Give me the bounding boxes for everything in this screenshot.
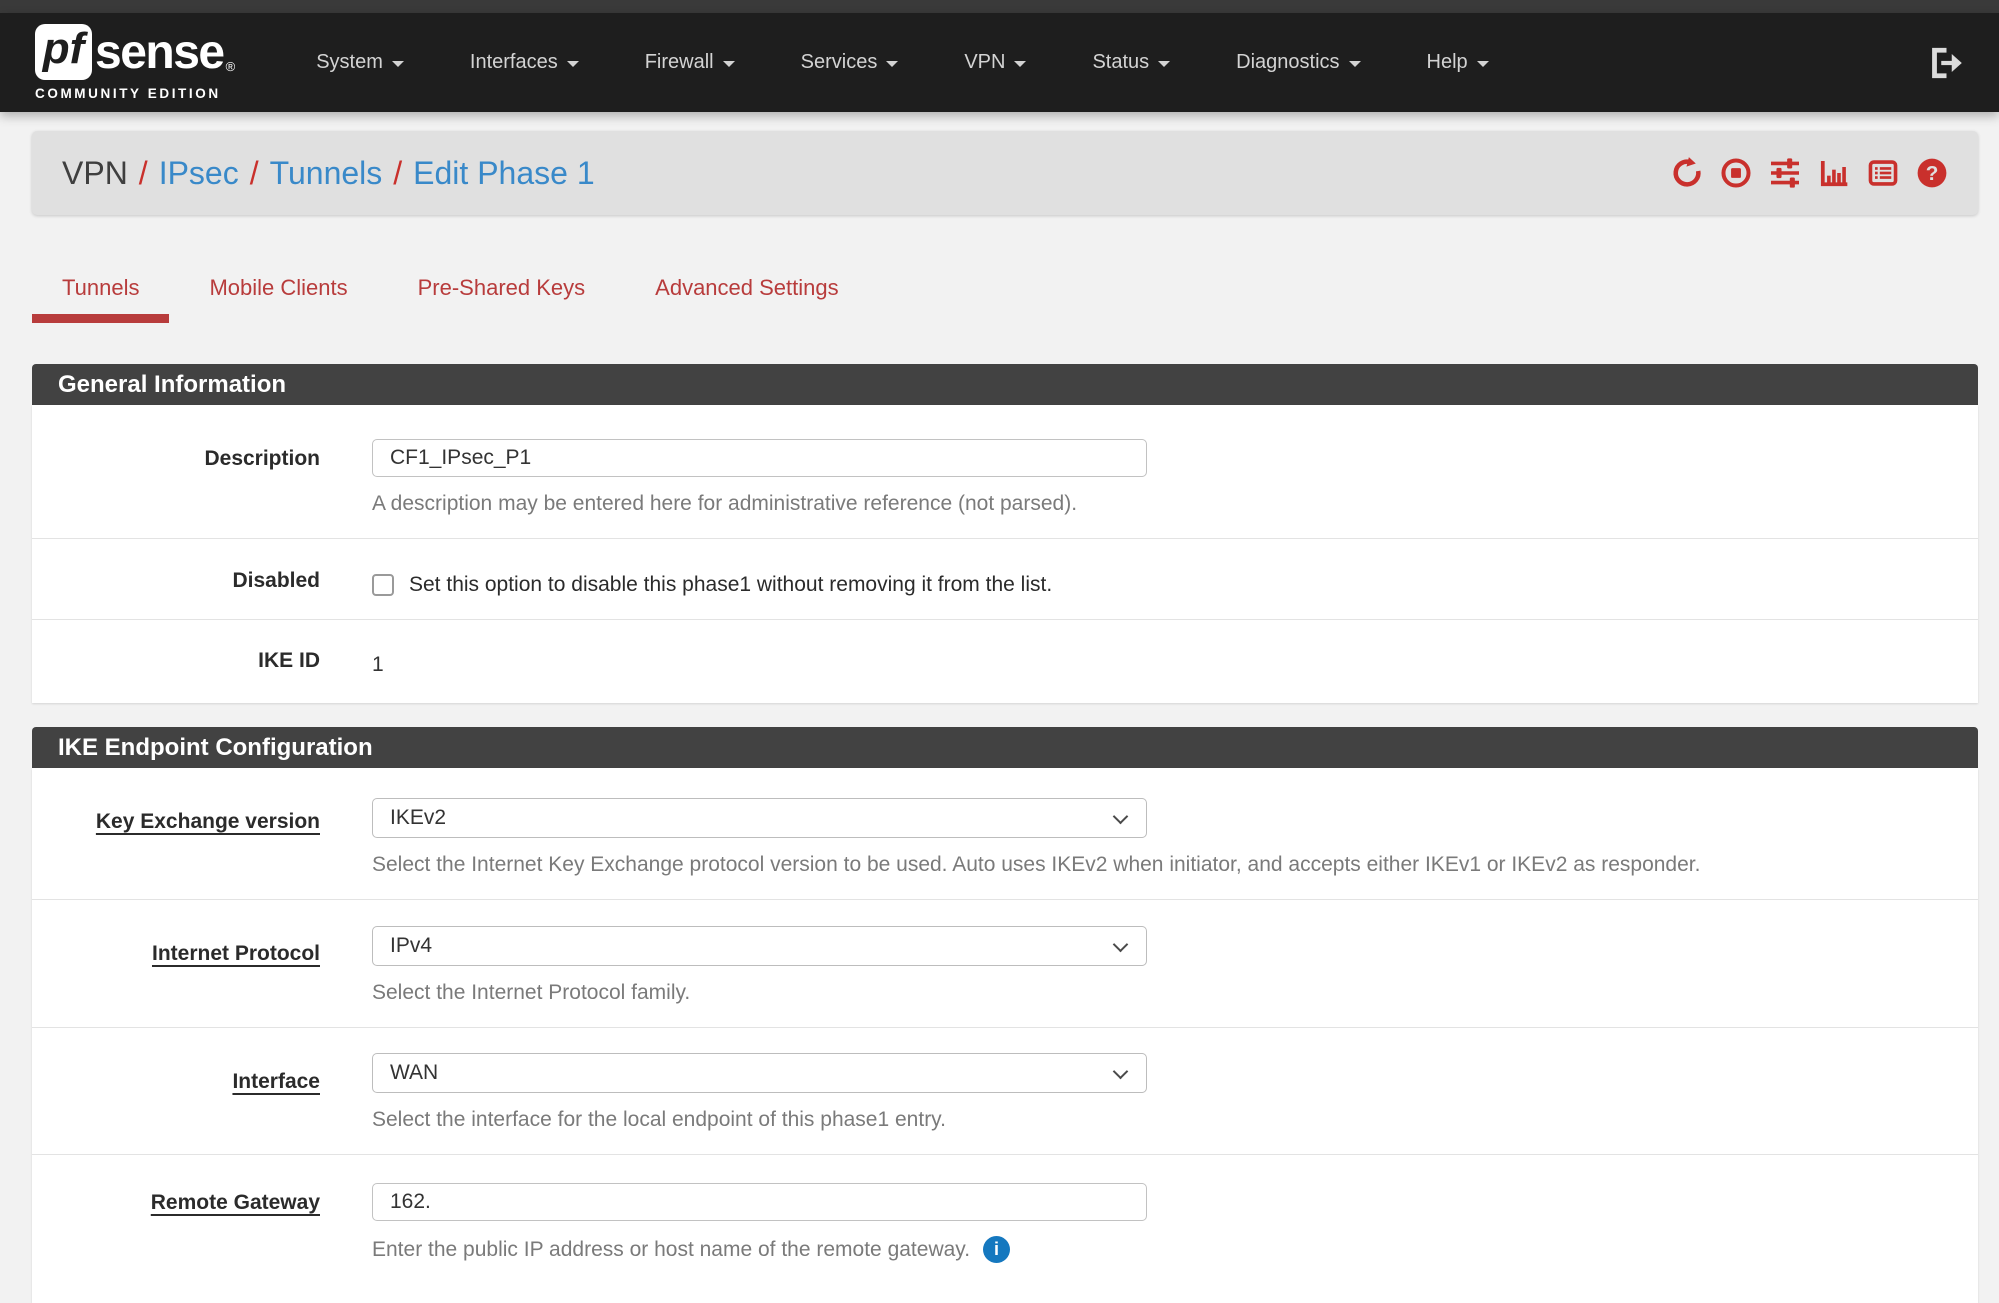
- registered-mark: ®: [226, 59, 236, 74]
- disabled-row: Disabled Set this option to disable this…: [32, 538, 1978, 619]
- interface-help-text: Select the interface for the local endpo…: [372, 1108, 1948, 1132]
- internet-protocol-row: Internet Protocol IPv4 Select the Intern…: [32, 899, 1978, 1027]
- chevron-down-icon: [723, 61, 735, 67]
- stop-circle-icon[interactable]: [1720, 157, 1752, 189]
- pf-logo-box: pf: [35, 24, 92, 80]
- nav-item-diagnostics[interactable]: Diagnostics: [1203, 13, 1393, 112]
- chevron-down-icon: [567, 61, 579, 67]
- chevron-down-icon: [1477, 61, 1489, 67]
- disabled-checkbox-label: Set this option to disable this phase1 w…: [409, 573, 1052, 597]
- tab-tunnels[interactable]: Tunnels: [32, 275, 169, 323]
- sign-out-button[interactable]: [1927, 45, 1963, 81]
- info-circle-icon[interactable]: i: [983, 1236, 1010, 1263]
- chevron-down-icon: [886, 61, 898, 67]
- interface-row: Interface WAN Select the interface for t…: [32, 1027, 1978, 1154]
- description-row: Description A description may be entered…: [32, 405, 1978, 538]
- redo-icon[interactable]: [1671, 157, 1703, 189]
- chevron-down-icon: [1113, 1064, 1129, 1080]
- ike-endpoint-panel: IKE Endpoint Configuration Key Exchange …: [32, 727, 1978, 1303]
- pfsense-logo[interactable]: pf sense ® COMMUNITY EDITION: [35, 24, 235, 101]
- disabled-label: Disabled: [32, 539, 372, 619]
- nav-item-status[interactable]: Status: [1059, 13, 1203, 112]
- internet-protocol-help-text: Select the Internet Protocol family.: [372, 981, 1948, 1005]
- page-title-bar: VPN / IPsec / Tunnels / Edit Phase 1: [32, 131, 1978, 215]
- remote-gateway-row: Remote Gateway Enter the public IP addre…: [32, 1154, 1978, 1303]
- chevron-down-icon: [1113, 937, 1129, 953]
- nav-menu: System Interfaces Firewall Services VPN …: [283, 13, 1521, 112]
- description-help-text: A description may be entered here for ad…: [372, 492, 1948, 516]
- key-exchange-row: Key Exchange version IKEv2 Select the In…: [32, 768, 1978, 899]
- ike-id-label: IKE ID: [32, 620, 372, 703]
- nav-item-interfaces[interactable]: Interfaces: [437, 13, 612, 112]
- chevron-down-icon: [1113, 809, 1129, 825]
- ipsec-tab-bar: Tunnels Mobile Clients Pre-Shared Keys A…: [32, 275, 1978, 323]
- sense-logo-text: sense: [95, 25, 224, 80]
- internet-protocol-select[interactable]: IPv4: [372, 926, 1147, 966]
- breadcrumb-tunnels-link[interactable]: Tunnels: [270, 155, 383, 192]
- remote-gateway-label: Remote Gateway: [32, 1155, 372, 1303]
- ike-endpoint-header: IKE Endpoint Configuration: [32, 727, 1978, 768]
- nav-item-help[interactable]: Help: [1394, 13, 1522, 112]
- nav-item-services[interactable]: Services: [768, 13, 932, 112]
- nav-item-vpn[interactable]: VPN: [931, 13, 1059, 112]
- ike-id-value: 1: [372, 644, 1948, 677]
- tab-pre-shared-keys[interactable]: Pre-Shared Keys: [388, 275, 616, 323]
- chevron-down-icon: [392, 61, 404, 67]
- remote-gateway-help-text: Enter the public IP address or host name…: [372, 1238, 970, 1262]
- description-input[interactable]: [372, 439, 1147, 477]
- chevron-down-icon: [1014, 61, 1026, 67]
- key-exchange-select[interactable]: IKEv2: [372, 798, 1147, 838]
- main-navbar: pf sense ® COMMUNITY EDITION System Inte…: [0, 13, 1999, 112]
- disabled-checkbox[interactable]: [372, 574, 394, 596]
- chevron-down-icon: [1158, 61, 1170, 67]
- breadcrumb: VPN / IPsec / Tunnels / Edit Phase 1: [62, 155, 595, 192]
- question-circle-icon[interactable]: ?: [1916, 157, 1948, 189]
- general-information-panel: General Information Description A descri…: [32, 364, 1978, 703]
- tab-advanced-settings[interactable]: Advanced Settings: [625, 275, 868, 323]
- key-exchange-label: Key Exchange version: [32, 768, 372, 899]
- remote-gateway-input[interactable]: [372, 1183, 1147, 1221]
- internet-protocol-label: Internet Protocol: [32, 900, 372, 1027]
- community-edition-label: COMMUNITY EDITION: [35, 86, 235, 101]
- key-exchange-help-text: Select the Internet Key Exchange protoco…: [372, 853, 1948, 877]
- interface-label: Interface: [32, 1028, 372, 1154]
- nav-item-firewall[interactable]: Firewall: [612, 13, 768, 112]
- ike-id-row: IKE ID 1: [32, 619, 1978, 703]
- nav-item-system[interactable]: System: [283, 13, 437, 112]
- interface-select[interactable]: WAN: [372, 1053, 1147, 1093]
- bar-chart-icon[interactable]: [1818, 157, 1850, 189]
- svg-text:?: ?: [1926, 162, 1939, 185]
- sliders-icon[interactable]: [1769, 157, 1801, 189]
- breadcrumb-edit-phase1: Edit Phase 1: [413, 155, 594, 192]
- sign-out-icon: [1927, 45, 1963, 81]
- general-information-header: General Information: [32, 364, 1978, 405]
- tab-mobile-clients[interactable]: Mobile Clients: [179, 275, 377, 323]
- title-bar-actions: ?: [1671, 157, 1948, 189]
- breadcrumb-ipsec-link[interactable]: IPsec: [159, 155, 239, 192]
- list-alt-icon[interactable]: [1867, 157, 1899, 189]
- window-top-strip: [0, 0, 1999, 13]
- description-label: Description: [32, 405, 372, 538]
- breadcrumb-vpn: VPN: [62, 155, 128, 192]
- chevron-down-icon: [1349, 61, 1361, 67]
